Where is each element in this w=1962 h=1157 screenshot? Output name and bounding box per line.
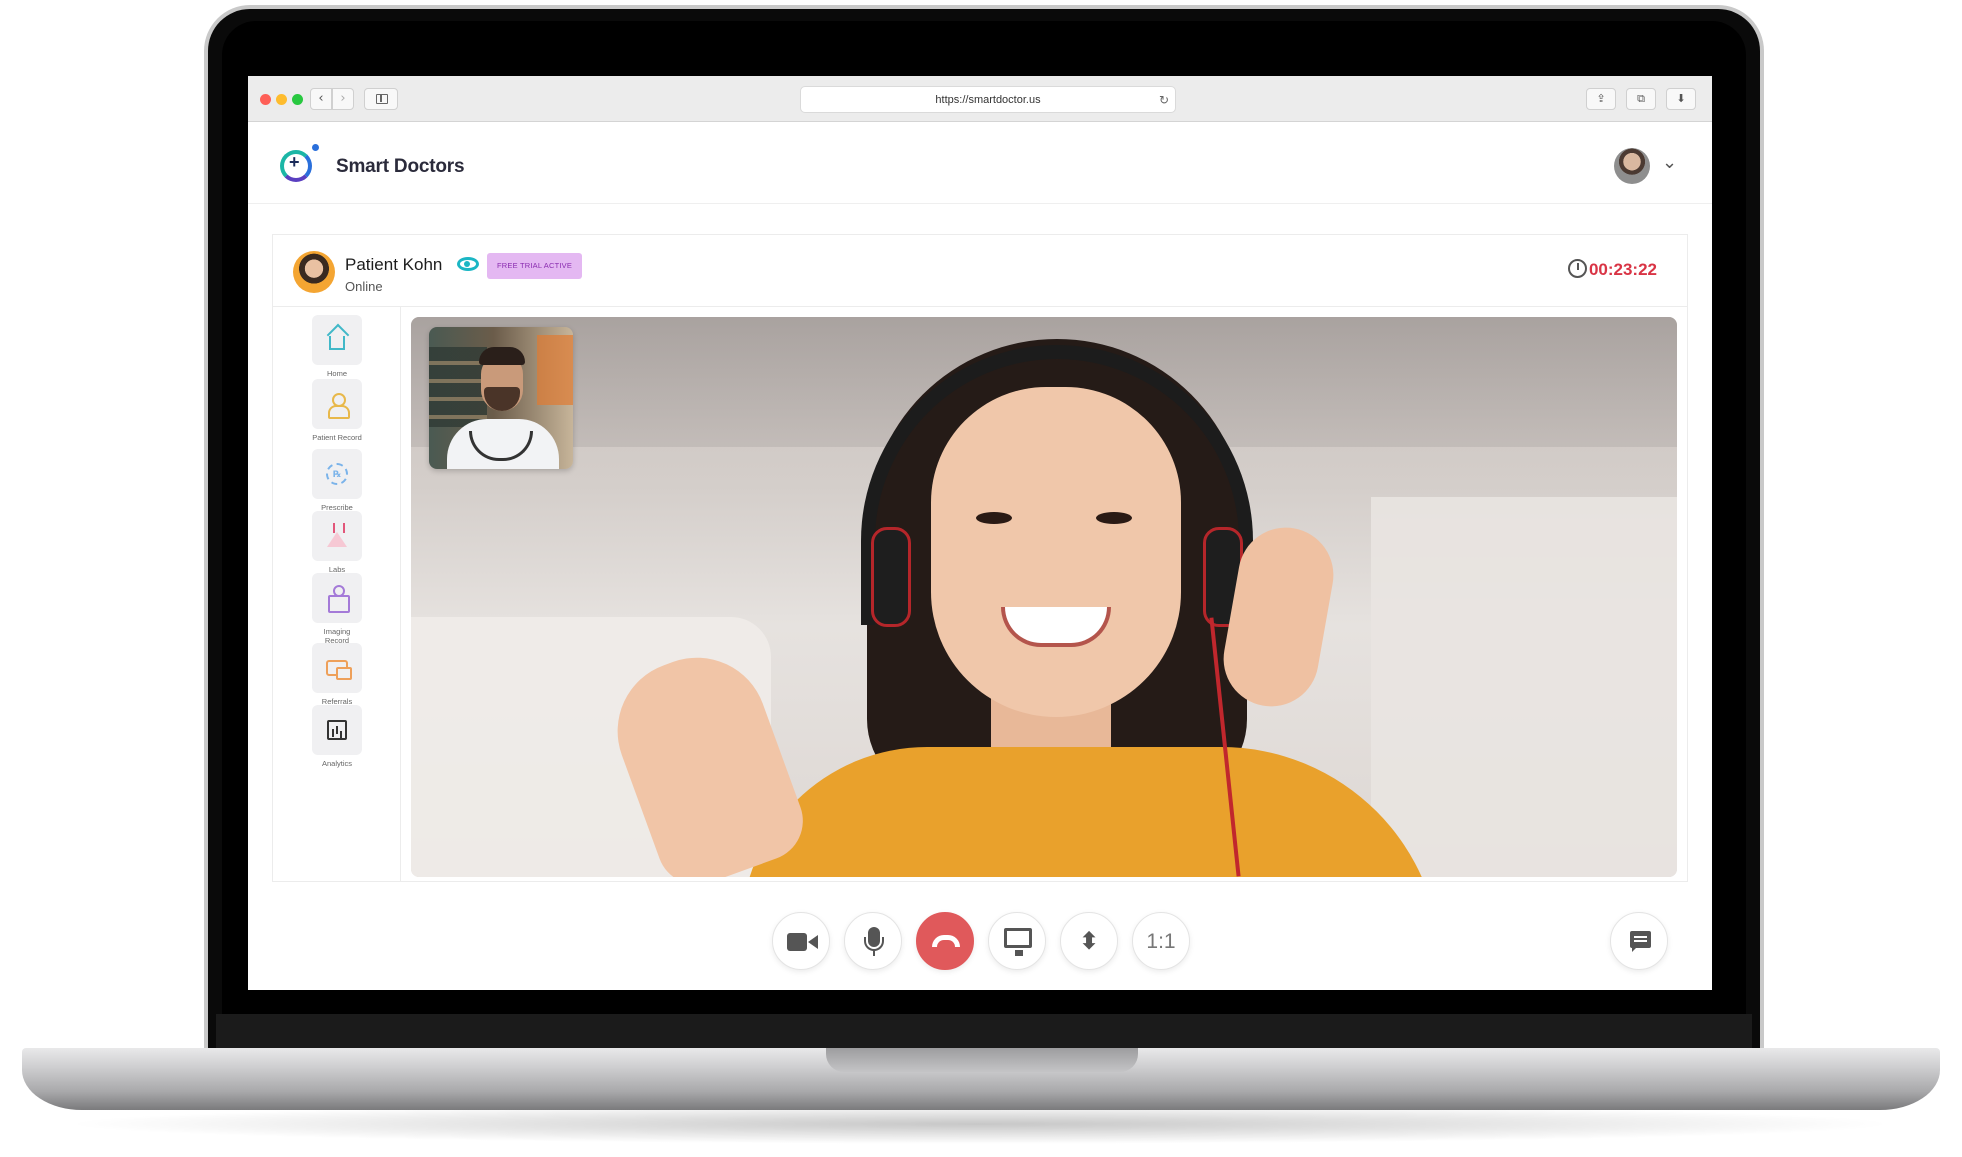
smart-doctors-logo-icon[interactable]: [280, 150, 312, 182]
share-button[interactable]: ⇪: [1586, 88, 1616, 110]
eye-icon[interactable]: [457, 257, 479, 271]
user-avatar[interactable]: [1614, 148, 1650, 184]
nav-item-referrals[interactable]: Referrals: [311, 643, 363, 706]
nav-item-patient-record[interactable]: Patient Record: [311, 379, 363, 442]
imaging-icon: [327, 585, 350, 613]
resize-button[interactable]: ⬍: [1060, 912, 1118, 970]
phone-hangup-icon: [932, 935, 960, 947]
forward-button[interactable]: ›: [332, 88, 354, 110]
mic-toggle-button[interactable]: [844, 912, 902, 970]
close-window-button[interactable]: [260, 94, 271, 105]
nav-item-label: Analytics: [321, 759, 352, 768]
nav-item-label: Home: [326, 369, 347, 378]
patient-avatar: [293, 251, 335, 293]
nav-item-imaging-record[interactable]: Imaging Record: [311, 573, 363, 645]
end-call-button[interactable]: [916, 912, 974, 970]
trial-badge: FREE TRIAL ACTIVE: [487, 253, 583, 279]
sidebar-icon: [376, 94, 388, 104]
microphone-icon: [864, 927, 884, 951]
screen: ‹ › https://smartdoctor.us ↻ ⇪ ⧉ ⬇ Smart…: [248, 76, 1712, 990]
chat-button[interactable]: [1610, 912, 1668, 970]
camera-toggle-button[interactable]: [772, 912, 830, 970]
browser-toolbar: ‹ › https://smartdoctor.us ↻ ⇪ ⧉ ⬇: [248, 76, 1712, 122]
chevron-down-icon[interactable]: ⌄: [1662, 152, 1677, 173]
home-icon: [329, 336, 345, 350]
patient-video-feed[interactable]: [411, 317, 1677, 877]
brand-name: Smart Doctors: [336, 156, 465, 177]
nav-item-home[interactable]: Home: [311, 315, 363, 378]
flask-icon: [326, 523, 348, 549]
patient-status: Online: [345, 279, 383, 294]
laptop-hinge: [216, 1014, 1752, 1052]
nav-item-label: Patient Record: [312, 433, 362, 442]
nav-item-prescribe[interactable]: ℞ Prescribe: [311, 449, 363, 512]
minimize-window-button[interactable]: [276, 94, 287, 105]
logo-dot: [312, 144, 319, 151]
vertical-arrows-icon: ⬍: [1078, 927, 1100, 955]
video-camera-icon: [787, 933, 818, 951]
tabs-overview-button[interactable]: ⧉: [1626, 88, 1656, 110]
person-icon: [328, 393, 350, 419]
laptop-frame: ‹ › https://smartdoctor.us ↻ ⇪ ⧉ ⬇ Smart…: [0, 0, 1962, 1157]
nav-item-labs[interactable]: Labs: [311, 511, 363, 574]
chat-icon: [1630, 931, 1651, 952]
rx-icon: ℞: [326, 463, 348, 485]
chart-icon: [327, 720, 347, 740]
timer-value: 00:23:22: [1588, 260, 1657, 279]
referral-icon: [326, 660, 352, 680]
patient-bar: Patient Kohn FREE TRIAL ACTIVE Online 00…: [273, 235, 1687, 307]
maximize-window-button[interactable]: [292, 94, 303, 105]
doctor-self-view[interactable]: [429, 327, 573, 469]
call-controls: ⬍ 1:1: [248, 912, 1712, 978]
address-bar[interactable]: https://smartdoctor.us ↻: [800, 86, 1176, 113]
consultation-card: Patient Kohn FREE TRIAL ACTIVE Online 00…: [272, 234, 1688, 882]
timer-icon: [1567, 259, 1587, 278]
patient-name: Patient Kohn: [345, 255, 443, 274]
back-button[interactable]: ‹: [310, 88, 332, 110]
app-header: Smart Doctors ⌄: [248, 122, 1712, 204]
call-timer: 00:23:22: [1567, 259, 1657, 280]
laptop-notch: [826, 1048, 1138, 1072]
downloads-button[interactable]: ⬇: [1666, 88, 1696, 110]
side-nav: Home Patient Record ℞ Prescribe Labs Ima…: [273, 307, 401, 881]
nav-item-analytics[interactable]: Analytics: [311, 705, 363, 768]
reload-icon[interactable]: ↻: [1159, 87, 1169, 113]
ratio-label: 1:1: [1146, 930, 1176, 953]
ratio-button[interactable]: 1:1: [1132, 912, 1190, 970]
sidebar-toggle-button[interactable]: [364, 88, 398, 110]
monitor-icon: [1004, 928, 1032, 956]
url-text: https://smartdoctor.us: [935, 94, 1041, 106]
laptop-shadow: [60, 1104, 1900, 1144]
screen-share-button[interactable]: [988, 912, 1046, 970]
